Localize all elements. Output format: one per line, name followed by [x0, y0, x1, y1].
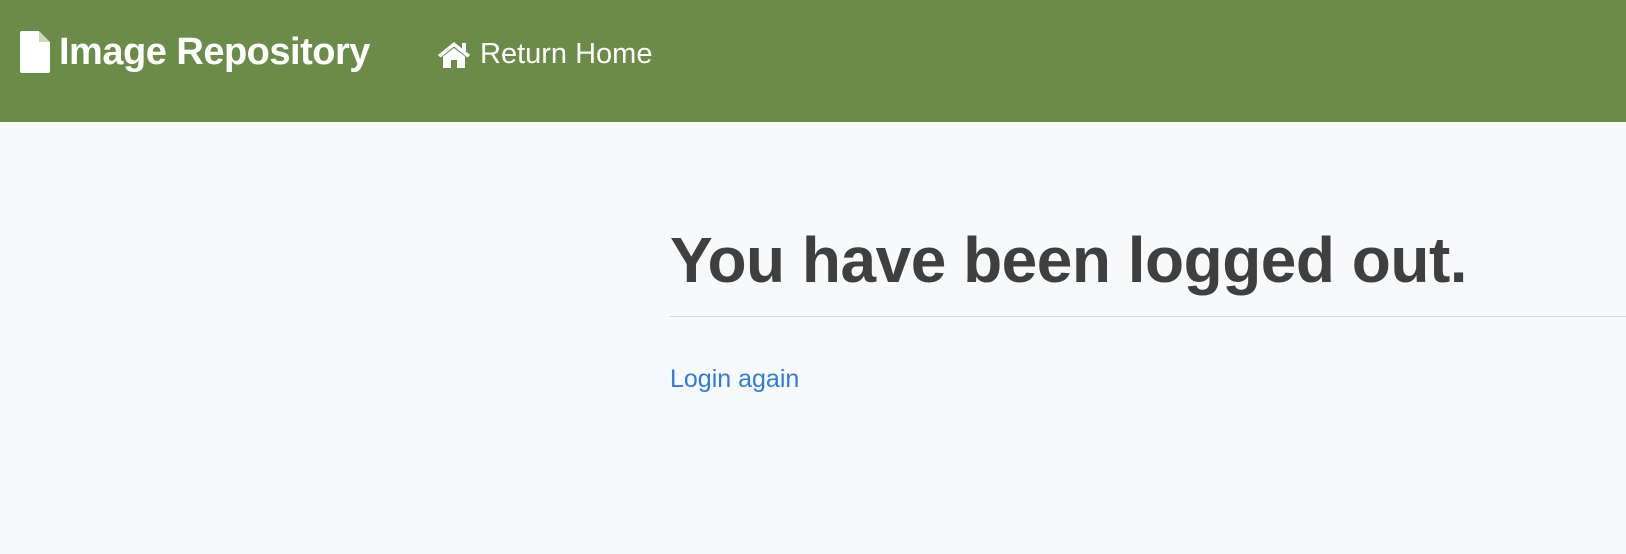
brand-link[interactable]: Image Repository [20, 30, 370, 74]
top-navbar: Image Repository Return Home [0, 0, 1626, 122]
divider [670, 316, 1626, 317]
file-icon [20, 31, 50, 73]
home-icon [436, 39, 472, 69]
return-home-label: Return Home [480, 38, 653, 70]
page-title: You have been logged out. [670, 224, 1468, 296]
login-again-link[interactable]: Login again [670, 365, 799, 394]
return-home-link[interactable]: Return Home [436, 34, 652, 74]
logout-content: You have been logged out. Login again [670, 220, 1626, 394]
brand-title: Image Repository [59, 31, 370, 73]
